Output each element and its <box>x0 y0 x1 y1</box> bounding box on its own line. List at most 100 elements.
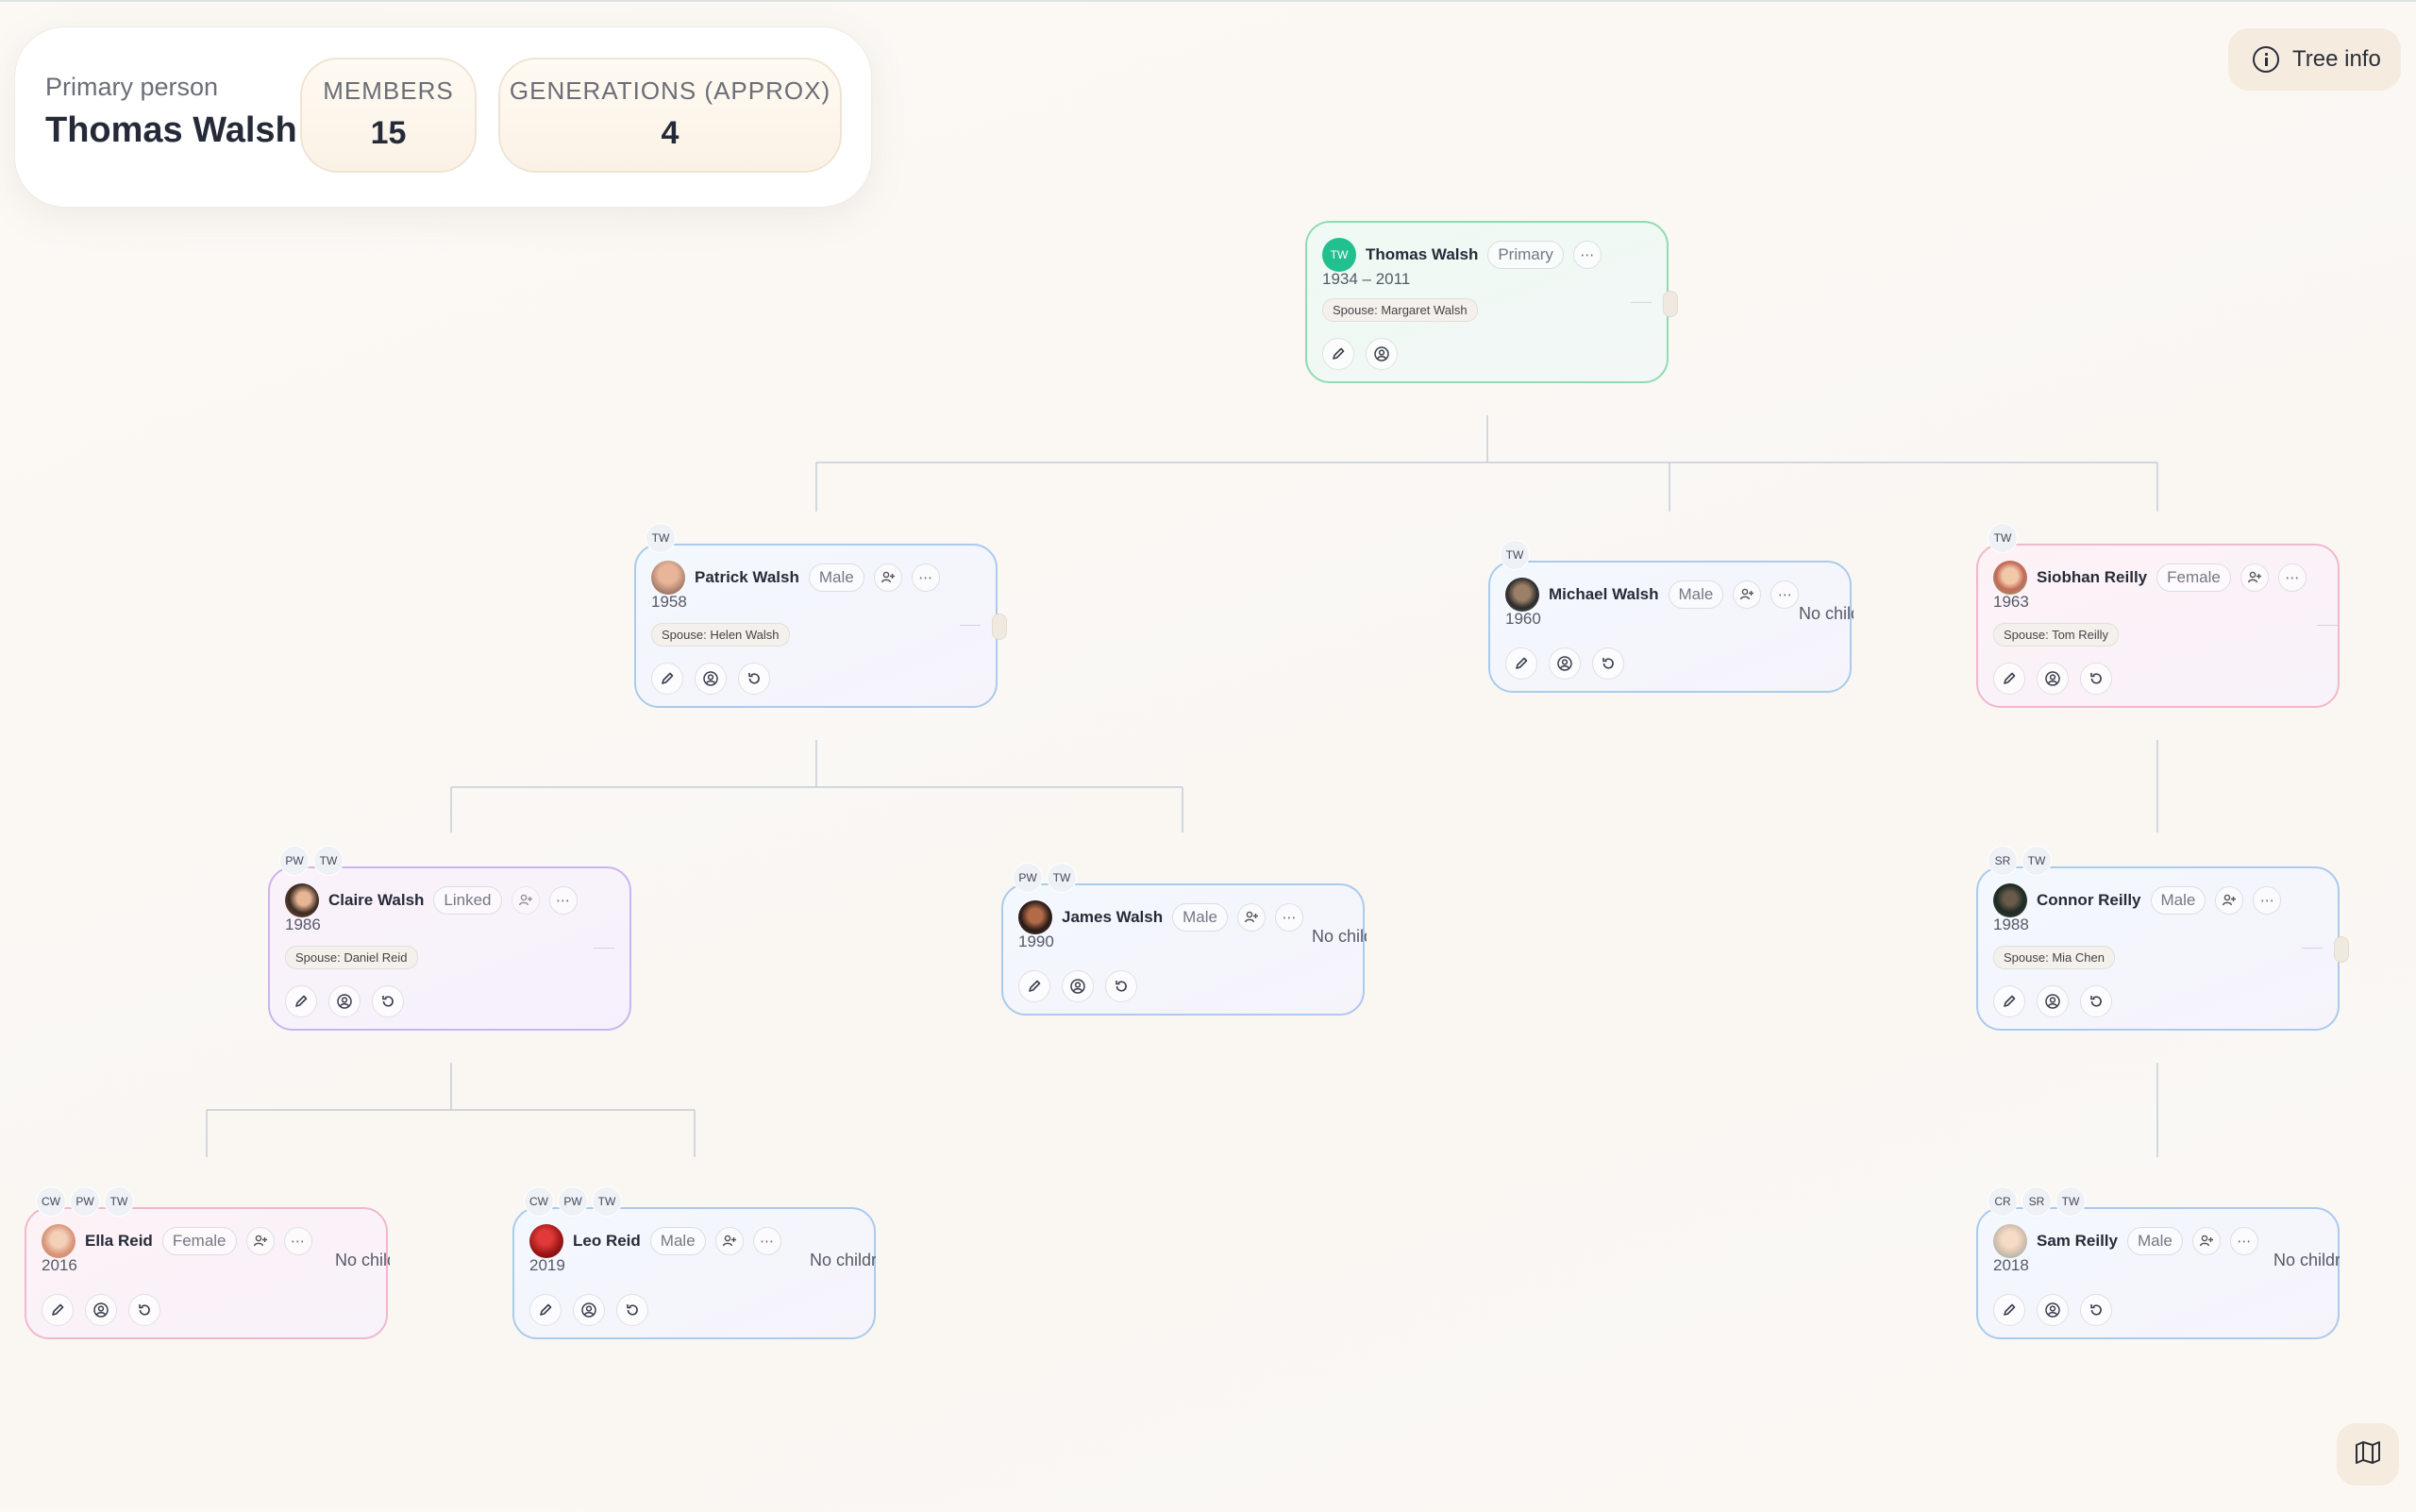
rotate-icon[interactable] <box>738 663 770 695</box>
person-years: 1958 <box>651 593 687 611</box>
tree-info-button[interactable]: Tree info <box>2228 28 2401 91</box>
person-years: 2018 <box>1993 1256 2029 1274</box>
generations-stat: GENERATIONS (APPROX) 4 <box>498 58 842 173</box>
person-name: Thomas Walsh <box>1366 245 1479 263</box>
add-person-icon[interactable] <box>2240 563 2269 592</box>
rotate-icon[interactable] <box>1592 647 1624 680</box>
more-horizontal-icon[interactable]: ⋯ <box>752 1227 781 1255</box>
ancestor-chip: TW <box>1988 523 2018 553</box>
more-horizontal-icon[interactable]: ⋯ <box>2277 563 2307 592</box>
more-horizontal-icon[interactable]: ⋯ <box>2229 1227 2258 1255</box>
person-card-claire-walsh[interactable]: PW TW Claire Walsh Linked ⋯ 1986 Spouse:… <box>268 846 631 1031</box>
person-card-siobhan-reilly[interactable]: TW Siobhan Reilly Female ⋯ 1963 Spouse: … <box>1976 523 2340 708</box>
spouse-badge: Spouse: Daniel Reid <box>285 946 418 969</box>
pencil-icon[interactable] <box>285 985 317 1017</box>
person-years: 1963 <box>1993 593 2029 611</box>
ancestor-chip: TW <box>313 846 344 876</box>
rotate-icon[interactable] <box>616 1294 648 1326</box>
person-name: Leo Reid <box>573 1232 641 1250</box>
spouse-tab[interactable] <box>992 613 1007 640</box>
rotate-icon[interactable] <box>2080 1294 2112 1326</box>
rotate-icon[interactable] <box>1105 970 1137 1002</box>
rotate-icon[interactable] <box>2080 663 2112 695</box>
more-horizontal-icon[interactable]: ⋯ <box>911 563 940 592</box>
collapse-handle <box>594 948 614 949</box>
user-circle-icon[interactable] <box>2037 663 2069 695</box>
pencil-icon[interactable] <box>1993 663 2025 695</box>
tree-canvas[interactable]: Primary person Thomas Walsh MEMBERS 15 G… <box>0 0 2416 1510</box>
collapse-handle <box>960 625 981 626</box>
more-horizontal-icon[interactable]: ⋯ <box>1274 903 1303 932</box>
user-circle-icon[interactable] <box>1366 338 1398 370</box>
gender-badge: Male <box>1172 903 1228 932</box>
add-person-icon[interactable] <box>714 1227 744 1255</box>
person-years: 1934 – 2011 <box>1322 270 1411 288</box>
gender-badge: Male <box>1668 580 1724 609</box>
person-years: 1990 <box>1018 932 1054 950</box>
user-circle-icon[interactable] <box>85 1294 117 1326</box>
info-icon <box>2253 46 2279 73</box>
person-name: Siobhan Reilly <box>2037 568 2148 586</box>
add-person-icon[interactable] <box>2191 1227 2221 1255</box>
rotate-icon[interactable] <box>128 1294 160 1326</box>
person-card-thomas-walsh[interactable]: TW Thomas Walsh Primary ⋯ 1934 – 2011 Sp… <box>1305 221 1678 383</box>
person-card-patrick-walsh[interactable]: TW Patrick Walsh Male ⋯ 1958 Spouse: Hel… <box>634 523 1007 708</box>
no-children-note: No children <box>1799 604 1854 623</box>
pencil-icon[interactable] <box>1505 647 1537 680</box>
pencil-icon[interactable] <box>1018 970 1050 1002</box>
ancestor-chip: SR <box>2022 1186 2052 1217</box>
person-card-sam-reilly[interactable]: CR SR TW Sam Reilly Male ⋯ 2018 No child… <box>1976 1186 2340 1339</box>
user-circle-icon[interactable] <box>695 663 727 695</box>
rotate-icon[interactable] <box>2080 985 2112 1017</box>
person-card-michael-walsh[interactable]: TW Michael Walsh Male ⋯ 1960 No children <box>1488 540 1854 693</box>
more-horizontal-icon[interactable]: ⋯ <box>1770 580 1800 609</box>
more-horizontal-icon[interactable]: ⋯ <box>283 1227 312 1255</box>
rotate-icon[interactable] <box>372 985 404 1017</box>
person-years: 1986 <box>285 916 321 933</box>
add-person-icon[interactable] <box>245 1227 275 1255</box>
user-circle-icon[interactable] <box>1062 970 1094 1002</box>
person-card-leo-reid[interactable]: CW PW TW Leo Reid Male ⋯ 2019 No childre… <box>512 1186 876 1339</box>
primary-badge: Primary <box>1487 241 1564 269</box>
more-horizontal-icon[interactable]: ⋯ <box>2253 886 2282 915</box>
collapse-handle <box>2317 625 2338 626</box>
add-person-icon[interactable] <box>511 886 540 915</box>
pencil-icon[interactable] <box>1993 985 2025 1017</box>
person-card-connor-reilly[interactable]: SR TW Connor Reilly Male ⋯ 1988 Spouse: … <box>1976 846 2349 1031</box>
more-horizontal-icon[interactable]: ⋯ <box>1572 241 1602 269</box>
add-person-icon[interactable] <box>2215 886 2244 915</box>
ancestor-chip: PW <box>279 846 310 876</box>
gender-badge: Male <box>649 1227 706 1255</box>
pencil-icon[interactable] <box>529 1294 562 1326</box>
primary-person-name: Thomas Walsh <box>45 110 297 150</box>
user-circle-icon[interactable] <box>573 1294 605 1326</box>
add-person-icon[interactable] <box>1733 580 1762 609</box>
spouse-tab[interactable] <box>2334 936 2349 963</box>
ancestor-chip: PW <box>70 1186 100 1217</box>
more-horizontal-icon[interactable]: ⋯ <box>548 886 578 915</box>
person-years: 2019 <box>529 1256 565 1274</box>
user-circle-icon[interactable] <box>1549 647 1581 680</box>
gender-badge: Female <box>161 1227 237 1255</box>
pencil-icon[interactable] <box>1322 338 1354 370</box>
pencil-icon[interactable] <box>1993 1294 2025 1326</box>
avatar <box>651 561 685 595</box>
user-circle-icon[interactable] <box>2037 985 2069 1017</box>
members-stat: MEMBERS 15 <box>300 58 477 173</box>
person-card-james-walsh[interactable]: PW TW James Walsh Male ⋯ 1990 No childre… <box>1001 863 1367 1016</box>
spouse-tab[interactable] <box>1663 291 1678 317</box>
ancestor-chip: PW <box>558 1186 588 1217</box>
spouse-badge: Spouse: Mia Chen <box>1993 946 2115 969</box>
map-button[interactable] <box>2337 1423 2399 1486</box>
pencil-icon[interactable] <box>651 663 683 695</box>
user-circle-icon[interactable] <box>2037 1294 2069 1326</box>
person-card-ella-reid[interactable]: CW PW TW Ella Reid Female ⋯ 2016 No chil… <box>25 1186 390 1339</box>
pencil-icon[interactable] <box>42 1294 74 1326</box>
user-circle-icon[interactable] <box>328 985 361 1017</box>
linked-badge: Linked <box>433 886 502 915</box>
ancestor-chip: SR <box>1988 846 2018 876</box>
avatar <box>529 1224 563 1258</box>
add-person-icon[interactable] <box>1236 903 1266 932</box>
person-name: Ella Reid <box>85 1232 153 1250</box>
add-person-icon[interactable] <box>873 563 902 592</box>
